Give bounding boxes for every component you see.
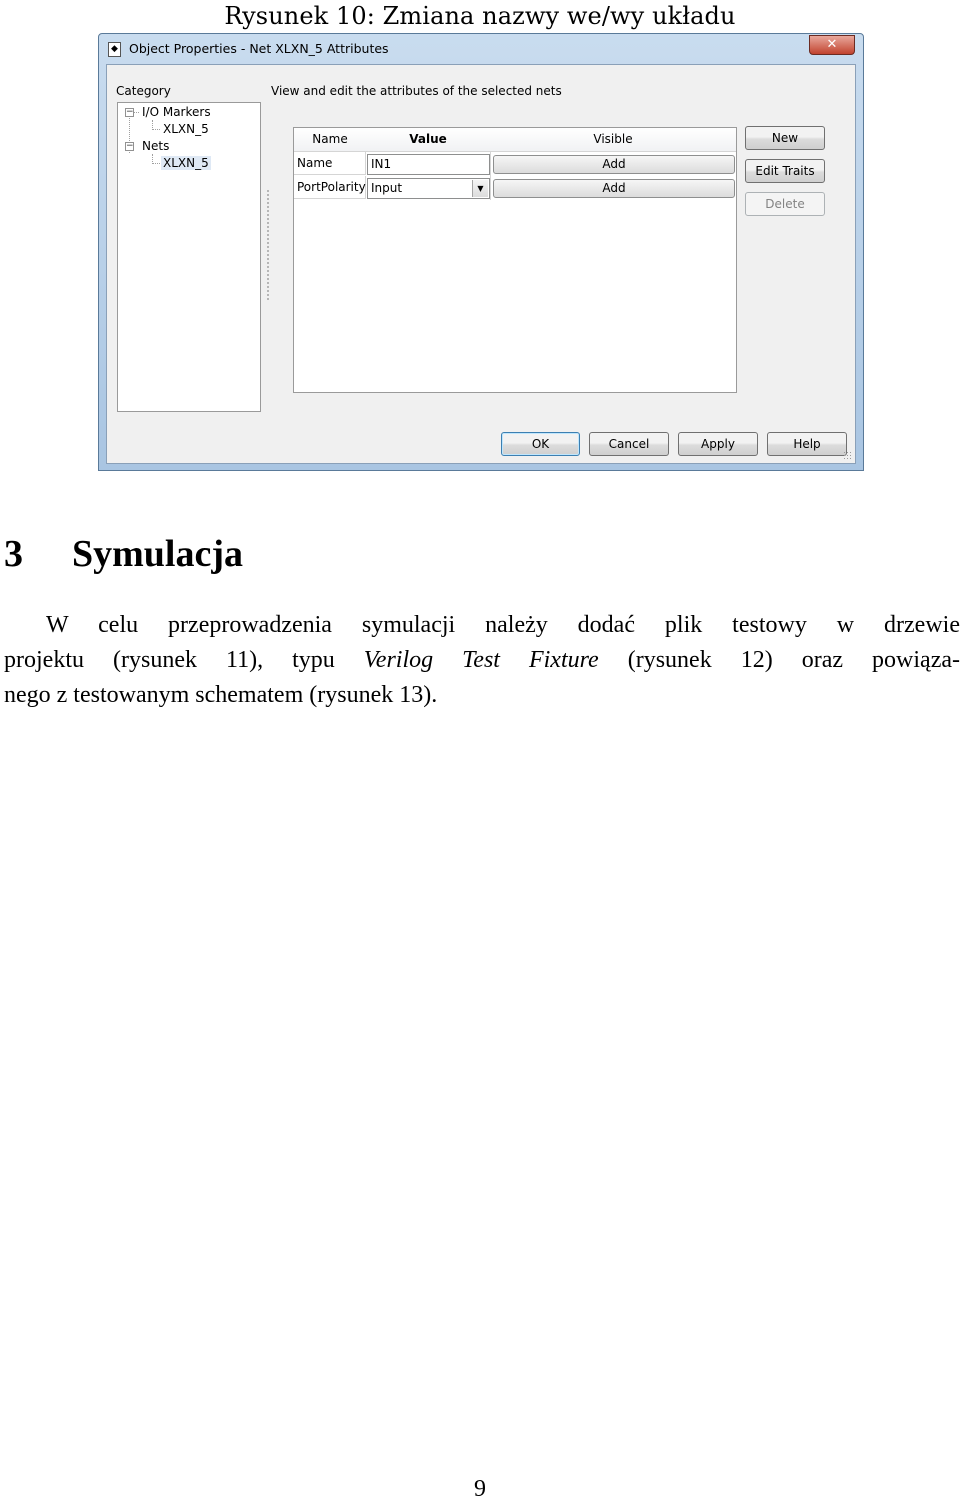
dropdown-arrow-icon[interactable]: ▼ (472, 180, 488, 197)
section-title: Symulacja (72, 533, 243, 575)
collapse-icon[interactable]: − (125, 108, 134, 117)
new-button[interactable]: New (745, 126, 825, 150)
dialog-client-area: Category View and edit the attributes of… (106, 64, 856, 464)
cancel-button[interactable]: Cancel (589, 432, 669, 456)
figure-caption: Rysunek 10: Zmiana nazwy we/wy układu (224, 2, 736, 30)
pane-splitter[interactable] (267, 190, 269, 300)
portpolarity-select[interactable]: Input ▼ (367, 178, 490, 199)
verilog-test-fixture-term: Verilog Test Fixture (363, 647, 599, 673)
collapse-icon[interactable]: − (125, 142, 134, 151)
row-portpolarity-cell: PortPolarity (294, 176, 366, 199)
edit-traits-button[interactable]: Edit Traits (745, 159, 825, 183)
tree-item-nets[interactable]: Nets (142, 139, 169, 153)
name-value-input[interactable]: IN1 (367, 154, 490, 175)
paragraph-line-2b: (rysunek 12) oraz powiąza- (598, 647, 960, 673)
add-visible-button[interactable]: Add (493, 179, 735, 198)
delete-button[interactable]: Delete (745, 192, 825, 216)
apply-button[interactable]: Apply (678, 432, 758, 456)
description-label: View and edit the attributes of the sele… (271, 84, 562, 98)
column-header-name[interactable]: Name (294, 128, 367, 152)
column-header-visible[interactable]: Visible (490, 128, 736, 152)
help-button[interactable]: Help (767, 432, 847, 456)
title-bar[interactable]: ◆ Object Properties - Net XLXN_5 Attribu… (99, 34, 863, 62)
close-button[interactable]: ✕ (809, 35, 855, 55)
add-visible-button[interactable]: Add (493, 155, 735, 174)
section-number: 3 (4, 533, 23, 575)
paragraph-line-2: projektu (rysunek 11), typu Verilog Test… (4, 643, 960, 678)
row-name-cell: Name (294, 152, 366, 175)
body-paragraph: W celu przeprowadzenia symulacji należy … (4, 608, 960, 713)
dialog-title: Object Properties - Net XLXN_5 Attribute… (129, 41, 389, 56)
paragraph-line-3: nego z testowanym schematem (rysunek 13)… (4, 682, 438, 708)
column-header-value[interactable]: Value (366, 128, 491, 152)
portpolarity-select-value: Input (371, 181, 403, 195)
ok-button[interactable]: OK (501, 432, 580, 456)
category-label: Category (116, 84, 171, 98)
object-properties-dialog: ◆ Object Properties - Net XLXN_5 Attribu… (98, 33, 864, 471)
page-number: 9 (474, 1476, 486, 1502)
category-tree[interactable]: − I/O Markers XLXN_5 − Nets XLXN_5 (117, 102, 261, 412)
attributes-grid: Name Value Visible Name IN1 Add PortPola… (293, 127, 737, 393)
tree-item-io-xlxn5[interactable]: XLXN_5 (163, 122, 209, 136)
tree-item-nets-xlxn5[interactable]: XLXN_5 (161, 156, 211, 170)
paragraph-line-1: W celu przeprowadzenia symulacji należy … (46, 612, 960, 638)
section-heading: 3 Symulacja (4, 532, 243, 576)
tree-item-io-markers[interactable]: I/O Markers (142, 105, 211, 119)
paragraph-line-2a: projektu (rysunek 11), typu (4, 647, 364, 673)
document-icon: ◆ (108, 42, 121, 57)
resize-grip-icon[interactable] (843, 451, 853, 461)
